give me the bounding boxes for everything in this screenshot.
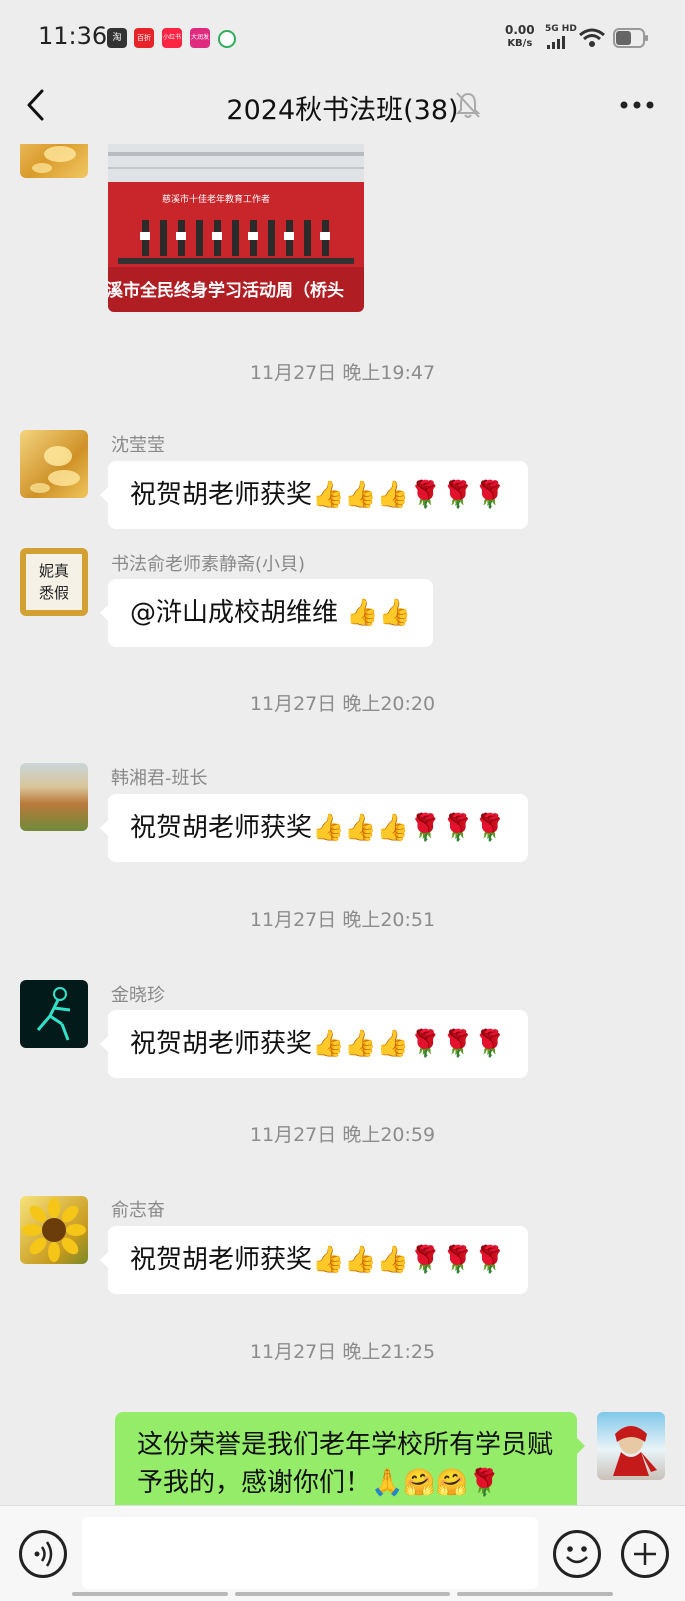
- timestamp: 11月27日 晚上20:59: [249, 1124, 436, 1146]
- own-avatar[interactable]: [597, 1412, 665, 1480]
- taobao-app-icon: 淘: [107, 28, 127, 48]
- signal-icon: [547, 36, 565, 49]
- sender-name: 俞志奋: [111, 1200, 165, 1221]
- xiaohongshu-app-icon: 小红书: [162, 28, 182, 48]
- network-speed-value: 0.00: [505, 23, 535, 37]
- photo-banner-text: 溪市全民终身学习活动周（桥头: [108, 281, 344, 301]
- network-speed-unit: KB/s: [507, 38, 533, 49]
- message-bubble[interactable]: 祝贺胡老师获奖👍👍👍🌹🌹🌹: [99, 1226, 529, 1294]
- timestamp: 11月27日 晚上20:51: [249, 909, 436, 931]
- browser-app-icon: [218, 30, 236, 48]
- sender-name: 韩湘君-班长: [111, 768, 208, 789]
- battery-icon: [613, 28, 648, 48]
- photo-board-text: 慈溪市十佳老年教育工作者: [162, 195, 271, 205]
- voice-icon[interactable]: [19, 1530, 67, 1578]
- message-bubble[interactable]: 祝贺胡老师获奖👍👍👍🌹🌹🌹: [99, 461, 529, 529]
- message-bubble[interactable]: 祝贺胡老师获奖👍👍👍🌹🌹🌹: [99, 1010, 529, 1078]
- avatar[interactable]: [20, 980, 88, 1048]
- sender-name: 金晓珍: [111, 985, 165, 1006]
- message-input[interactable]: [82, 1517, 538, 1589]
- smiley-face-icon: [566, 1546, 588, 1564]
- timestamp: 11月27日 晚上19:47: [249, 362, 436, 384]
- sunflower-image: [22, 1198, 86, 1262]
- plus-icon[interactable]: [621, 1530, 669, 1578]
- chat-title: 2024秋书法班(38): [226, 95, 459, 126]
- lotus-image: [30, 446, 80, 493]
- avatar[interactable]: [20, 1196, 88, 1264]
- avatar[interactable]: [20, 763, 88, 831]
- darunfa-app-icon: 大润发: [190, 28, 210, 48]
- scroll-indicator: [72, 1592, 228, 1596]
- network-speed: 0.00 KB/s: [505, 24, 535, 50]
- avatar[interactable]: [20, 430, 88, 498]
- status-time: 11:36: [38, 22, 108, 50]
- bell-muted-icon: [455, 92, 481, 118]
- calligraphy-avatar-text: 妮真 悉假: [26, 554, 82, 610]
- timestamp: 11月27日 晚上21:25: [249, 1341, 436, 1363]
- own-message-bubble[interactable]: 这份荣誉是我们老年学校所有学员赋予我的，感谢你们！🙏🤗🤗🌹: [115, 1412, 585, 1505]
- sender-name: 沈莹莹: [111, 435, 165, 456]
- wifi-icon: [579, 28, 605, 47]
- lotus-image: [32, 146, 76, 173]
- chat-area[interactable]: 慈溪市十佳老年教育工作者 溪市全民终身学习活动周（桥头 11月27日 晚上19:…: [0, 144, 685, 1505]
- message-bubble[interactable]: 祝贺胡老师获奖👍👍👍🌹🌹🌹: [99, 794, 529, 862]
- baizhe-app-icon: 百折: [134, 28, 154, 48]
- more-dots-icon[interactable]: [620, 100, 654, 110]
- emoji-icon[interactable]: [553, 1530, 601, 1578]
- timestamp: 11月27日 晚上20:20: [249, 693, 436, 715]
- scroll-indicator: [235, 1592, 450, 1596]
- photo-message[interactable]: 慈溪市十佳老年教育工作者 溪市全民终身学习活动周（桥头: [108, 144, 364, 312]
- avatar[interactable]: 妮真 悉假: [20, 548, 88, 616]
- message-bubble[interactable]: @浒山成校胡维维 👍👍: [99, 579, 434, 647]
- runner-image: [36, 987, 71, 1041]
- sender-name: 书法俞老师素静斋(小貝): [111, 554, 306, 575]
- plus-sign-icon: [634, 1543, 656, 1565]
- avatar[interactable]: [20, 144, 88, 178]
- network-badge: 5G HD: [545, 24, 577, 34]
- person-red-scarf-image: [613, 1426, 657, 1476]
- scroll-indicator: [457, 1592, 613, 1596]
- voice-waves-icon: [34, 1541, 53, 1567]
